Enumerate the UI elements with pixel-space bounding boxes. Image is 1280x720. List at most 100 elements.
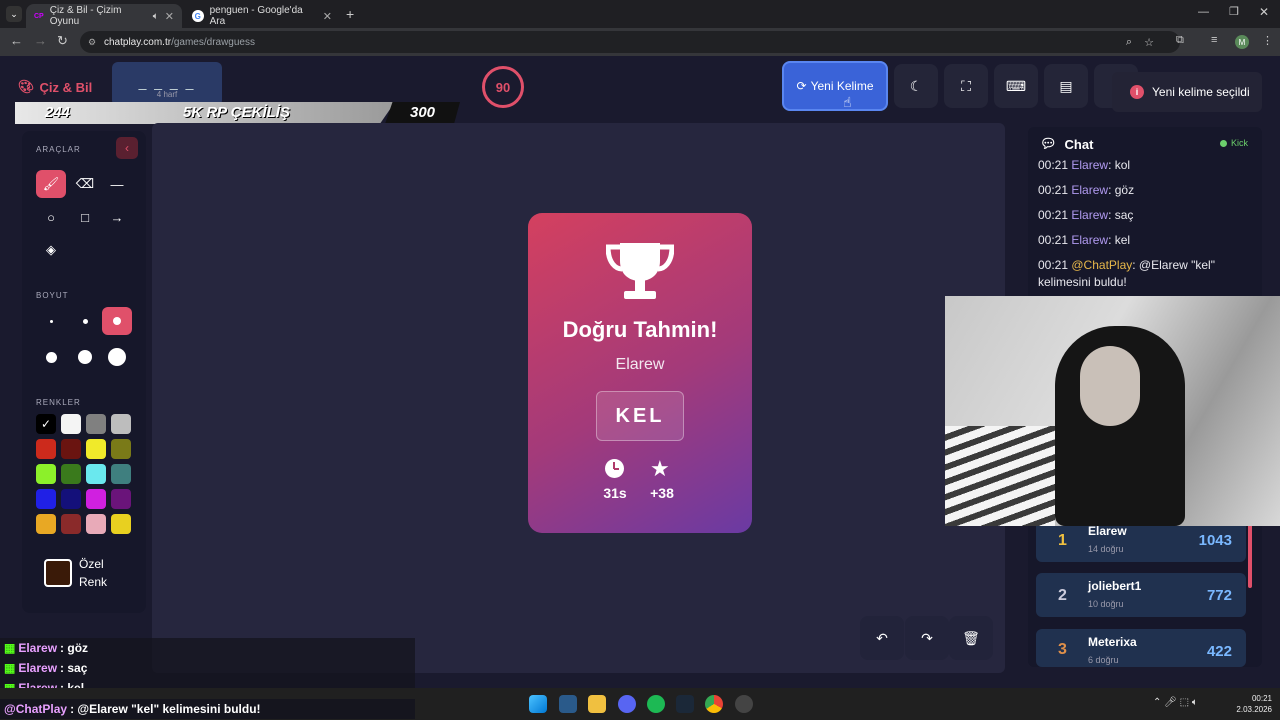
- size-6[interactable]: [102, 343, 132, 371]
- player-score: 1043: [1198, 532, 1232, 549]
- restore-icon[interactable]: ❐: [1229, 5, 1239, 18]
- color-palette: ✓: [36, 414, 136, 534]
- redo-button[interactable]: ↷: [905, 616, 949, 660]
- color-swatch[interactable]: [61, 439, 81, 459]
- discord-icon[interactable]: [618, 695, 636, 713]
- spotify-icon[interactable]: [647, 695, 665, 713]
- rank: 3: [1058, 641, 1067, 658]
- undo-icon: ↶: [876, 629, 888, 646]
- arrow-tool[interactable]: →: [102, 203, 132, 231]
- reload-icon[interactable]: ↻: [57, 33, 68, 49]
- moon-icon: ☾: [909, 77, 923, 94]
- bookmark-star-icon[interactable]: ☆: [1144, 36, 1154, 49]
- tray-icons[interactable]: ⌃ 🎤︎ ⬚ 🔈︎: [1153, 697, 1198, 708]
- brush-tool[interactable]: 🖌︎: [36, 170, 66, 198]
- color-swatch[interactable]: [36, 439, 56, 459]
- logo-text: Çiz & Bil: [39, 79, 93, 95]
- size-4[interactable]: [36, 343, 66, 371]
- speaker-icon[interactable]: 🔈︎: [153, 11, 159, 22]
- archive-icon: ▤: [1059, 77, 1073, 94]
- size-2[interactable]: [70, 307, 100, 335]
- close-tab-icon[interactable]: ✕: [165, 10, 174, 23]
- clear-button[interactable]: 🗑︎: [949, 616, 993, 660]
- dark-mode-button[interactable]: ☾: [894, 64, 938, 108]
- app-icon[interactable]: [735, 695, 753, 713]
- site-info-icon[interactable]: ⚙: [88, 37, 96, 48]
- undo-button[interactable]: ↶: [860, 616, 904, 660]
- color-swatch[interactable]: [86, 489, 106, 509]
- tab-google[interactable]: G penguen - Google'da Ara ✕: [184, 4, 340, 28]
- browser-menu-icon[interactable]: ⋮: [1262, 34, 1273, 47]
- close-tab-icon[interactable]: ✕: [323, 10, 332, 23]
- result-points: +38: [650, 485, 674, 501]
- extensions-icon[interactable]: ⧉: [1176, 34, 1184, 47]
- player-correct-count: 10 doğru: [1088, 599, 1124, 609]
- colors-section-title: RENKLER: [36, 398, 81, 407]
- close-window-icon[interactable]: ✕: [1259, 5, 1269, 19]
- color-swatch[interactable]: [36, 489, 56, 509]
- tab-drawguess[interactable]: CP Çiz & Bil - Çizim Oyunu 🔈︎ ✕: [26, 4, 182, 28]
- minimize-icon[interactable]: —: [1198, 6, 1209, 18]
- rank: 1: [1058, 532, 1067, 549]
- rank: 2: [1058, 587, 1067, 604]
- color-swatch[interactable]: [86, 514, 106, 534]
- color-swatch[interactable]: [36, 514, 56, 534]
- new-word-button[interactable]: ⟳ Yeni Kelime: [782, 61, 888, 111]
- steam-icon[interactable]: [676, 695, 694, 713]
- color-swatch-selected[interactable]: ✓: [36, 414, 56, 434]
- line-tool[interactable]: —: [102, 170, 132, 198]
- color-swatch[interactable]: [61, 489, 81, 509]
- zoom-icon[interactable]: ⌕: [1126, 36, 1132, 49]
- chat-source: Kick: [1220, 138, 1248, 148]
- word-mask: _ _ _ _: [138, 74, 196, 90]
- reading-list-icon[interactable]: ≡: [1211, 34, 1217, 46]
- custom-color-label-1: Özel: [79, 557, 104, 571]
- circle-icon: ○: [47, 209, 55, 225]
- rectangle-tool[interactable]: □: [70, 203, 100, 231]
- tab-search-button[interactable]: ⌄: [6, 6, 22, 22]
- color-swatch[interactable]: [111, 414, 131, 434]
- color-swatch[interactable]: [86, 439, 106, 459]
- fullscreen-button[interactable]: ⛶: [944, 64, 988, 108]
- new-word-label: Yeni Kelime: [810, 79, 874, 93]
- expand-icon: ⛶: [961, 77, 971, 94]
- profile-avatar[interactable]: M: [1235, 35, 1249, 49]
- chrome-icon[interactable]: [705, 695, 723, 713]
- clock[interactable]: 00:21 2.03.2026: [1232, 693, 1272, 715]
- new-tab-button[interactable]: +: [346, 6, 354, 22]
- color-swatch[interactable]: [111, 464, 131, 484]
- color-swatch[interactable]: [111, 439, 131, 459]
- file-explorer-icon[interactable]: [588, 695, 606, 713]
- player-name: Meterixa: [1088, 635, 1137, 649]
- forward-icon[interactable]: →: [34, 33, 47, 48]
- archive-button[interactable]: ▤: [1044, 64, 1088, 108]
- color-swatch[interactable]: [36, 464, 56, 484]
- color-swatch[interactable]: [61, 514, 81, 534]
- keyboard-icon: ⌨: [1005, 77, 1027, 94]
- size-1[interactable]: [36, 307, 66, 335]
- result-card: Doğru Tahmin! Elarew KEL 31s ★ +38: [528, 213, 752, 533]
- size-5[interactable]: [70, 343, 100, 371]
- collapse-panel-button[interactable]: ‹: [116, 137, 138, 159]
- color-swatch[interactable]: [61, 414, 81, 434]
- keyboard-button[interactable]: ⌨: [994, 64, 1038, 108]
- circle-tool[interactable]: ○: [36, 203, 66, 231]
- eraser-tool[interactable]: ⌫: [70, 170, 100, 198]
- color-swatch[interactable]: [111, 489, 131, 509]
- custom-color-button[interactable]: [44, 559, 72, 587]
- back-icon[interactable]: ←: [10, 33, 23, 48]
- color-swatch[interactable]: [61, 464, 81, 484]
- size-3[interactable]: [102, 307, 132, 335]
- app-icon[interactable]: [559, 695, 577, 713]
- word-display: _ _ _ _ 4 harf: [112, 62, 222, 106]
- custom-color-label: Özel Renk: [79, 555, 107, 591]
- color-swatch[interactable]: [86, 414, 106, 434]
- color-swatch[interactable]: [111, 514, 131, 534]
- windows-start-icon[interactable]: [529, 695, 547, 713]
- color-swatch[interactable]: [86, 464, 106, 484]
- fill-tool[interactable]: ◈: [36, 236, 66, 264]
- chat-title: Chat: [1064, 136, 1094, 152]
- leaderboard-scrollbar[interactable]: [1248, 518, 1252, 588]
- banner-left-value: 244: [45, 104, 71, 121]
- url-input[interactable]: ⚙ chatplay.com.tr/games/drawguess ⌕ ☆: [80, 31, 1180, 53]
